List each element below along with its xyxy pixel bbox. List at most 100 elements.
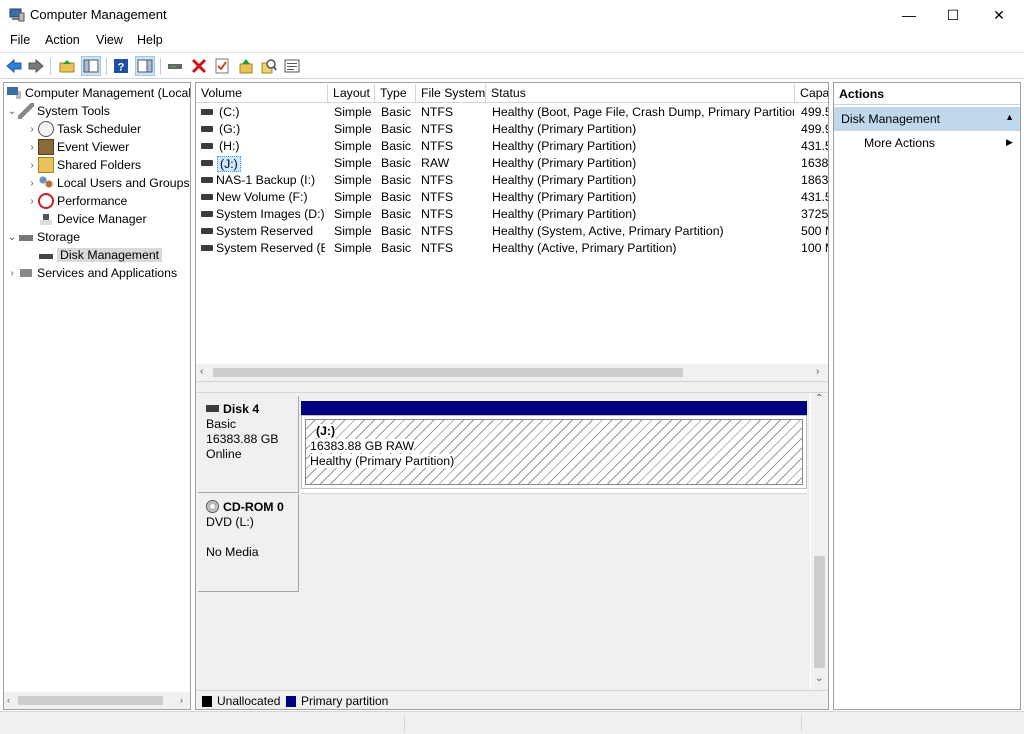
tree-label: Performance [57,194,128,208]
table-row[interactable]: System Reserved Simple Basic NTFS Health… [196,223,828,240]
legend-unallocated: Unallocated [217,694,281,708]
tree-item-task-scheduler[interactable]: › Task Scheduler [26,120,141,138]
disk-4-label[interactable]: Disk 4 Basic 16383.88 GB Online [198,396,299,493]
volume-file-system: NTFS [421,139,454,153]
import-icon[interactable] [236,56,256,76]
tree-label: Disk Management [57,248,163,262]
table-row[interactable]: (C:) Simple Basic NTFS Healthy (Boot, Pa… [196,104,828,121]
volume-layout: Simple [334,190,372,204]
volume-status: Healthy (Primary Partition) [492,156,637,170]
menu-help[interactable]: Help [137,33,163,47]
shared-folder-icon [38,157,54,173]
table-row-selected[interactable]: (J:) Simple Basic RAW Healthy (Primary P… [196,155,828,172]
scroll-right-icon[interactable]: › [816,366,819,377]
tree-item-services-applications[interactable]: › Services and Applications [6,264,177,282]
menu-action[interactable]: Action [45,33,80,47]
column-header-layout[interactable]: Layout [328,84,375,103]
show-hide-action-pane-icon[interactable] [135,56,155,76]
tree-item-shared-folders[interactable]: › Shared Folders [26,156,141,174]
actions-pane: Actions Disk Management ▲ More Actions ▶ [833,82,1021,710]
drive-icon [201,245,213,251]
volume-file-system: NTFS [421,105,454,119]
chevron-right-icon[interactable]: › [26,160,38,171]
table-row[interactable]: (G:) Simple Basic NTFS Healthy (Primary … [196,121,828,138]
up-folder-icon[interactable] [57,56,77,76]
tree-item-system-tools[interactable]: ⌄ System Tools [6,102,110,120]
menu-view[interactable]: View [96,33,123,47]
drive-icon [201,126,213,132]
chevron-right-icon[interactable]: › [26,178,38,189]
table-row[interactable]: New Volume (F:) Simple Basic NTFS Health… [196,189,828,206]
checklist-icon[interactable] [212,56,232,76]
device-manager-icon [38,211,54,227]
column-header-type[interactable]: Type [375,84,416,103]
scroll-left-icon[interactable]: ‹ [200,366,203,377]
tree-item-local-users-groups[interactable]: › Local Users and Groups [26,174,190,192]
tree-horizontal-scrollbar[interactable]: ‹ › [4,692,190,709]
disk-name: CD-ROM 0 [223,500,284,514]
scroll-up-icon[interactable]: ⌃ [815,393,823,404]
cdrom-0-label[interactable]: CD-ROM 0 DVD (L:) No Media [198,494,299,592]
search-icon[interactable] [259,56,279,76]
pane-splitter[interactable] [196,381,828,393]
maximize-button[interactable]: ☐ [930,0,976,30]
table-row[interactable]: System Reserved (E:) Simple Basic NTFS H… [196,240,828,257]
help-icon[interactable]: ? [111,56,131,76]
tree-item-performance[interactable]: › Performance [26,192,127,210]
column-header-volume[interactable]: Volume [196,84,328,103]
forward-icon[interactable] [26,56,46,76]
tree-item-device-manager[interactable]: Device Manager [26,210,147,228]
disk-type: Basic [206,417,237,431]
table-row[interactable]: NAS-1 Backup (I:) Simple Basic NTFS Heal… [196,172,828,189]
volume-name: System Images (D:) [216,207,325,221]
show-hide-tree-icon[interactable] [81,56,101,76]
scrollbar-thumb[interactable] [18,696,163,705]
scroll-down-icon[interactable]: ⌄ [815,673,823,684]
properties-icon[interactable] [282,56,302,76]
delete-icon[interactable] [189,56,209,76]
chevron-right-icon[interactable]: › [6,268,18,279]
actions-section-disk-management[interactable]: Disk Management ▲ [834,107,1020,131]
column-header-file-system[interactable]: File System [416,84,486,103]
volume-list-horizontal-scrollbar[interactable]: ‹ › [196,364,828,381]
chevron-down-icon[interactable]: ⌄ [6,106,18,117]
partition-j[interactable]: (J:) 16383.88 GB RAW Healthy (Primary Pa… [305,419,803,485]
volume-type: Basic [381,207,412,221]
chevron-down-icon[interactable]: ⌄ [6,232,18,243]
back-icon[interactable] [4,56,24,76]
cdrom-0-area[interactable] [301,493,807,593]
volume-capacity: 431.5 [801,139,828,153]
disk-4-partition[interactable]: (J:) 16383.88 GB RAW Healthy (Primary Pa… [301,401,807,493]
chevron-right-icon[interactable]: › [26,142,38,153]
column-header-status[interactable]: Status [486,84,795,103]
disk-view-vertical-scrollbar[interactable]: ⌃ ⌄ [811,393,828,690]
tree-item-storage[interactable]: ⌄ Storage [6,228,80,246]
volume-layout: Simple [334,173,372,187]
chevron-right-icon[interactable]: › [26,196,38,207]
table-row[interactable]: System Images (D:) Simple Basic NTFS Hea… [196,206,828,223]
submenu-arrow-icon[interactable]: ▶ [1006,137,1013,148]
tools-icon [18,103,34,119]
connect-icon[interactable] [165,56,185,76]
chevron-right-icon[interactable]: › [26,124,38,135]
disk-state: Online [206,447,242,461]
menu-file[interactable]: File [10,33,30,47]
column-header-capacity[interactable]: Capa [795,84,828,103]
minimize-button[interactable]: — [886,0,932,30]
more-actions-item[interactable]: More Actions [864,136,935,150]
table-row[interactable]: (H:) Simple Basic NTFS Healthy (Primary … [196,138,828,155]
tree-item-computer-management[interactable]: Computer Management (Local [6,84,191,102]
tree-item-event-viewer[interactable]: › Event Viewer [26,138,129,156]
scrollbar-thumb[interactable] [814,556,825,668]
volume-type: Basic [381,224,412,238]
storage-icon [18,229,34,245]
window-title: Computer Management [30,7,167,22]
volume-type: Basic [381,122,412,136]
tree-item-disk-management[interactable]: Disk Management [26,246,163,264]
close-button[interactable]: ✕ [976,0,1022,30]
scrollbar-thumb[interactable] [213,368,683,377]
volume-capacity: 431.5 [801,190,828,204]
tree-label: Computer Management (Local [25,86,191,100]
status-bar [0,711,1024,734]
collapse-icon[interactable]: ▲ [1005,112,1014,122]
